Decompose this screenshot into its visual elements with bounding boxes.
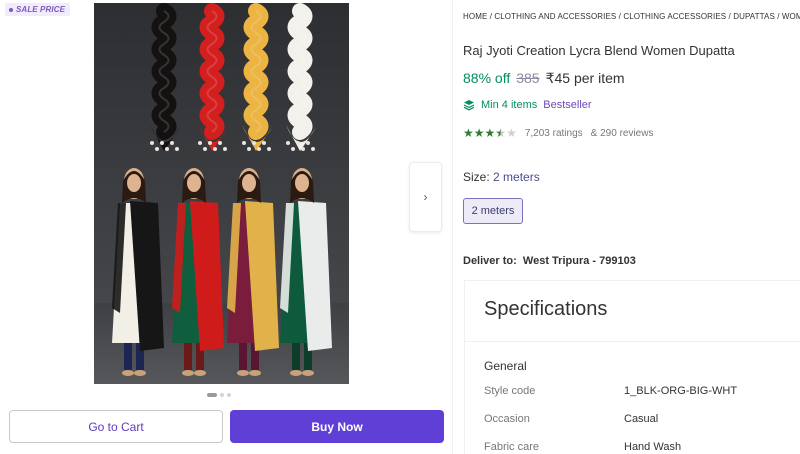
spec-key: Fabric care [484,441,540,453]
buy-now-button[interactable]: Buy Now [230,410,444,443]
delivery-location[interactable]: Deliver to: West Tripura - 799103 [463,255,636,267]
sale-price: ₹45 per item [545,70,625,86]
spec-value: 1_BLK-ORG-BIG-WHT [624,385,738,397]
carousel-dot[interactable] [220,393,224,397]
star-full-icon: ★ [463,126,474,140]
star-empty-icon: ★ [506,126,517,140]
models-wearing-dupattas [112,168,332,376]
twisted-dupatta [242,3,272,151]
carousel-dot-active[interactable] [207,393,217,397]
column-divider [452,0,453,454]
spec-value: Casual [624,413,659,425]
next-image-button[interactable]: › [409,162,442,232]
spec-row: Occasion Casual [484,413,658,425]
spec-value: Hand Wash [624,441,682,453]
sale-price-badge: SALE PRICE [5,3,71,16]
product-tags: Min 4 items Bestseller [463,99,592,111]
spec-section-general: General [484,359,527,373]
ratings-count: 7,203 ratings [524,127,583,139]
bestseller-tag: Bestseller [543,99,592,111]
chevron-right-icon: › [423,190,428,204]
spec-row: Style code 1_BLK-ORG-BIG-WHT [484,385,737,397]
sale-badge-label: SALE PRICE [16,5,66,14]
size-label-text: Size: [463,170,490,184]
product-photo-illustration [94,3,349,384]
spec-row: Fabric care Hand Wash [484,441,681,453]
breadcrumb[interactable]: HOME / CLOTHING AND ACCESSORIES / CLOTHI… [463,12,800,21]
discount-percent: 88% off [463,70,511,86]
specifications-title: Specifications [484,298,608,320]
rating-row[interactable]: ★ ★ ★ ★ ★ 7,203 ratings & 290 reviews [463,127,653,139]
twisted-dupatta [286,3,316,151]
star-half-icon: ★ [495,126,507,140]
product-title: Raj Jyoti Creation Lycra Blend Women Dup… [463,43,735,58]
delivery-address: West Tripura - 799103 [522,255,636,267]
carousel-dot[interactable] [227,393,231,397]
original-price: 385 [516,70,540,86]
size-label: Size: 2 meters [463,170,540,184]
spec-key: Style code [484,385,536,397]
divider [465,341,800,342]
star-full-icon: ★ [473,126,485,140]
spec-key: Occasion [484,413,530,425]
price-row: 88% off 385 ₹45 per item [463,70,625,87]
product-image[interactable] [94,3,349,384]
deliver-to-label: Deliver to: [463,255,517,267]
twisted-dupatta [150,3,180,151]
reviews-count: & 290 reviews [590,127,654,139]
stack-layers-icon [463,100,475,111]
size-option-2-meters[interactable]: 2 meters [463,198,523,224]
min-items-label: Min 4 items [481,99,538,111]
badge-dot-icon [9,7,13,12]
image-gallery: SALE PRICE › Go to Cart Buy Now [0,0,452,454]
go-to-cart-button[interactable]: Go to Cart [9,410,223,443]
specifications-card: Specifications General Style code 1_BLK-… [464,280,800,454]
selected-size: 2 meters [493,170,540,184]
star-full-icon: ★ [484,126,496,140]
dupatta-swatches [150,3,316,151]
star-rating: ★ ★ ★ ★ ★ [463,127,517,139]
carousel-indicator [207,393,231,397]
twisted-dupatta [198,3,228,151]
